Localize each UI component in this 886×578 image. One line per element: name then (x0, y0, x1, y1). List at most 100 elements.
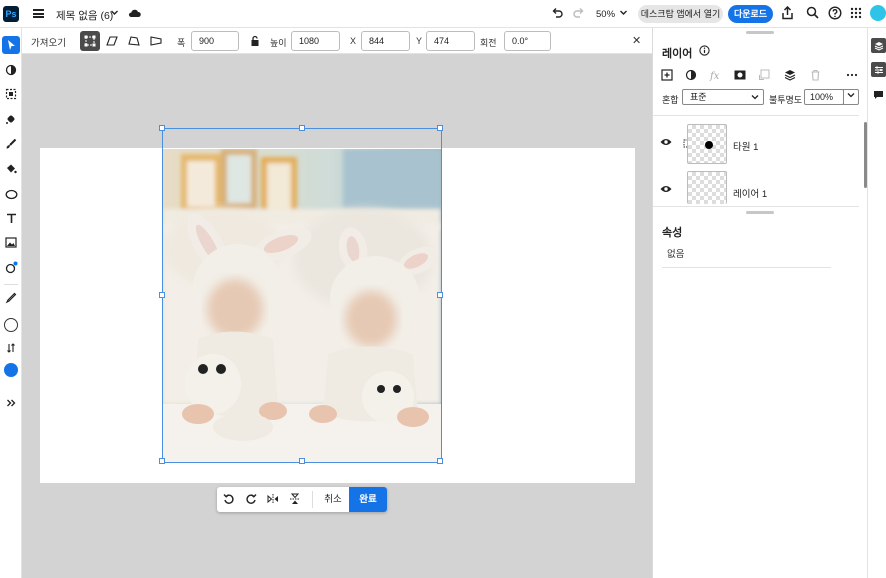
panel-drag-handle[interactable] (746, 31, 774, 34)
brush-tool-icon[interactable] (2, 135, 20, 153)
canvas-area[interactable]: 취소 완료 (22, 54, 652, 578)
width-input[interactable]: 900 (191, 31, 239, 51)
close-icon[interactable]: ✕ (632, 34, 641, 47)
paint-bucket-icon[interactable] (2, 160, 20, 178)
resize-handle[interactable] (437, 292, 443, 298)
rotate-left-icon[interactable] (222, 492, 236, 506)
comments-icon[interactable] (871, 87, 886, 102)
add-layer-icon[interactable] (660, 68, 674, 82)
adjust-tool-icon[interactable] (2, 61, 20, 79)
layer-row[interactable]: 타원 1 (653, 124, 859, 164)
eyedropper-icon[interactable] (2, 289, 20, 307)
download-button[interactable]: 다운로드 (728, 5, 773, 23)
chevron-down-icon[interactable] (619, 8, 628, 19)
flip-horizontal-icon[interactable] (266, 492, 280, 506)
share-icon[interactable] (781, 5, 794, 23)
swap-colors-icon[interactable] (2, 339, 20, 357)
opacity-input[interactable]: 100% (804, 89, 844, 105)
resize-handle[interactable] (159, 458, 165, 464)
flip-vertical-icon[interactable] (288, 492, 302, 506)
info-icon[interactable] (699, 45, 710, 59)
mask-icon[interactable] (733, 68, 747, 82)
move-tool-icon[interactable] (2, 36, 20, 54)
photoshop-logo: Ps (3, 6, 19, 22)
cancel-button[interactable]: 취소 (317, 487, 349, 512)
skew-icon[interactable] (102, 31, 122, 51)
help-icon[interactable] (828, 6, 842, 23)
text-tool-icon[interactable] (2, 209, 20, 227)
x-label: X (350, 36, 357, 46)
panel-drag-handle[interactable] (746, 211, 774, 214)
redo-icon[interactable] (573, 7, 585, 22)
distort-icon[interactable] (124, 31, 144, 51)
ellipse-tool-icon[interactable] (2, 185, 20, 203)
chevron-down-icon (847, 93, 855, 98)
properties-panel-title: 속성 (662, 227, 683, 239)
expand-toolbar-icon[interactable] (2, 394, 20, 412)
resize-handle[interactable] (159, 125, 165, 131)
eye-icon[interactable] (660, 137, 672, 149)
chevron-down-icon[interactable] (110, 8, 119, 19)
y-input[interactable]: 474 (426, 31, 475, 51)
foreground-color-swatch[interactable] (2, 361, 20, 379)
rotate-input[interactable]: 0.0° (504, 31, 551, 51)
lock-aspect-icon[interactable] (245, 31, 265, 51)
fx-icon[interactable]: fx (709, 68, 723, 82)
x-input[interactable]: 844 (361, 31, 410, 51)
divider (653, 115, 859, 116)
document-title[interactable]: 제목 없음 (6) (56, 8, 113, 23)
resize-handle[interactable] (299, 125, 305, 131)
blend-mode-value: 표준 (690, 92, 707, 102)
generative-fill-icon[interactable] (2, 258, 20, 276)
undo-icon[interactable] (551, 7, 563, 22)
resize-handle[interactable] (159, 292, 165, 298)
adjustment-layer-icon[interactable] (684, 68, 698, 82)
opacity-label: 불투명도 (769, 95, 803, 105)
ellipse-thumbnail (705, 141, 713, 149)
user-avatar[interactable] (870, 5, 886, 21)
layers-panel-icon[interactable] (871, 38, 886, 53)
transform-bounding-box[interactable] (159, 125, 443, 464)
delete-layer-icon[interactable] (808, 68, 822, 82)
top-bar: Ps 제목 없음 (6) 50% 데스크탑 앱에서 열기 다운로드 (0, 0, 886, 28)
properties-panel-icon[interactable] (871, 62, 886, 77)
transform-action-bar: 취소 완료 (217, 487, 387, 512)
chevron-down-icon (751, 95, 759, 100)
done-button[interactable]: 완료 (349, 487, 387, 512)
perspective-icon[interactable] (146, 31, 166, 51)
height-input[interactable]: 1080 (291, 31, 340, 51)
zoom-level[interactable]: 50% (596, 9, 615, 20)
blend-mode-select[interactable]: 표준 (682, 89, 764, 105)
panel-rail (867, 28, 886, 578)
menu-icon[interactable] (33, 9, 44, 18)
height-label: 높이 (270, 38, 287, 48)
free-transform-icon[interactable] (80, 31, 100, 51)
transform-options-bar: 가져오기 폭 900 높이 1080 X 844 Y 474 회전 0.0° ✕ (22, 28, 652, 54)
search-icon[interactable] (806, 6, 819, 22)
divider (662, 267, 831, 268)
layer-name[interactable]: 타원 1 (733, 139, 758, 153)
place-image-icon[interactable] (2, 233, 20, 251)
clipping-mask-icon[interactable] (757, 68, 771, 82)
apps-grid-icon[interactable] (850, 7, 862, 22)
cloud-icon[interactable] (128, 7, 141, 22)
layer-row[interactable]: 레이어 1 (653, 171, 859, 211)
layers-panel-title: 레이어 (662, 48, 693, 60)
healing-brush-icon[interactable] (2, 110, 20, 128)
opacity-dropdown[interactable] (843, 89, 859, 105)
rotate-right-icon[interactable] (244, 492, 258, 506)
tools-panel (0, 28, 22, 578)
select-subject-tool-icon[interactable] (2, 85, 20, 103)
layer-stack-icon[interactable] (783, 68, 797, 82)
eye-icon[interactable] (660, 184, 672, 196)
more-options-icon[interactable] (845, 68, 859, 82)
resize-handle[interactable] (437, 125, 443, 131)
blend-mode-label: 혼합 (662, 95, 679, 105)
background-color-swatch[interactable] (2, 316, 20, 334)
resize-handle[interactable] (299, 458, 305, 464)
resize-handle[interactable] (437, 458, 443, 464)
open-in-desktop-button[interactable]: 데스크탑 앱에서 열기 (638, 5, 723, 23)
layer-name[interactable]: 레이어 1 (733, 186, 767, 200)
layer-thumbnail[interactable] (687, 124, 727, 164)
layer-thumbnail[interactable] (687, 171, 727, 204)
